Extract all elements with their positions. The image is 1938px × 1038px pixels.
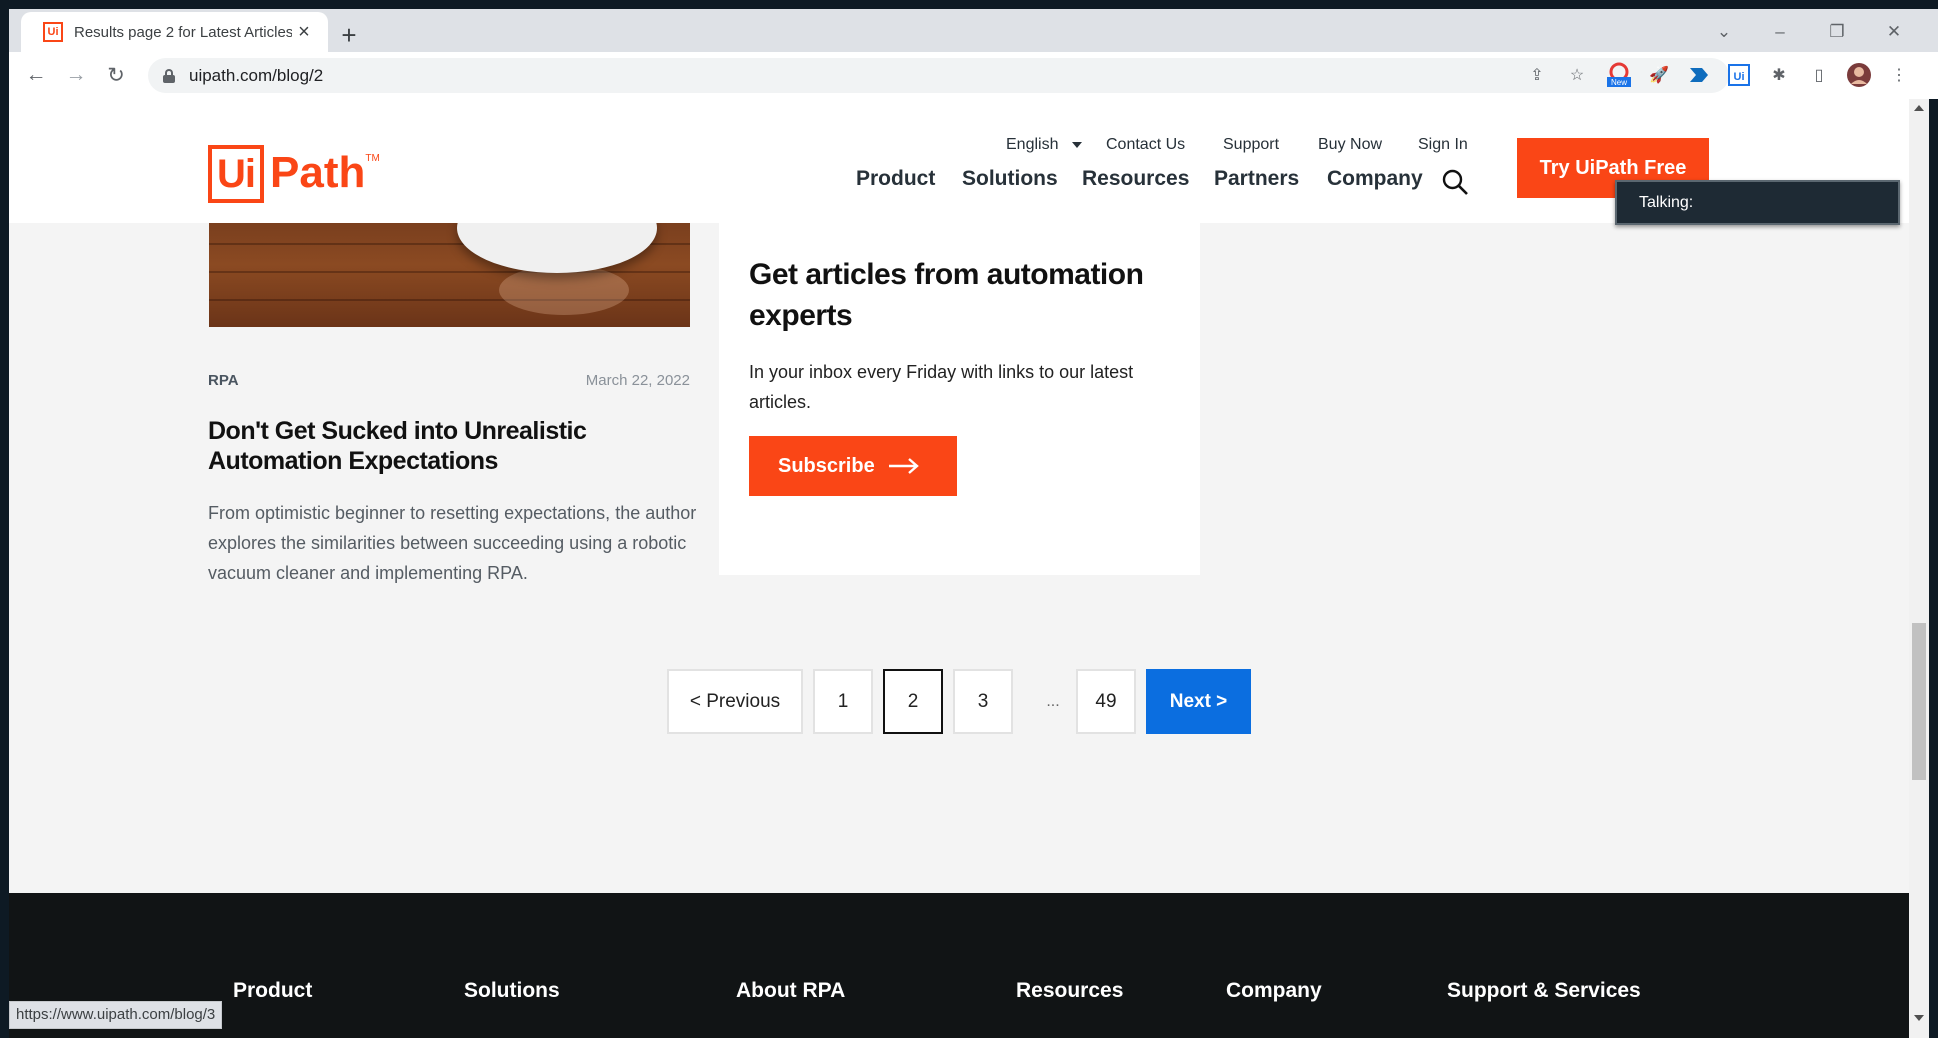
arrow-right-icon xyxy=(888,458,919,474)
nav-company[interactable]: Company xyxy=(1327,167,1423,191)
next-page-button[interactable]: Next > xyxy=(1146,669,1251,734)
page-3-button[interactable]: 3 xyxy=(953,669,1013,734)
nav-partners[interactable]: Partners xyxy=(1214,167,1299,191)
page-2-current[interactable]: 2 xyxy=(883,669,943,734)
page-49-button[interactable]: 49 xyxy=(1076,669,1136,734)
share-icon[interactable]: ⇪ xyxy=(1524,62,1550,88)
status-bar-url: https://www.uipath.com/blog/3 xyxy=(9,1001,223,1029)
sign-in-link[interactable]: Sign In xyxy=(1418,136,1468,154)
uipath-favicon-icon: Ui xyxy=(43,22,63,42)
extension-badge: New xyxy=(1611,78,1627,87)
subscribe-button-label: Subscribe xyxy=(778,454,875,477)
search-icon[interactable] xyxy=(1441,168,1469,196)
logo-mark: Ui xyxy=(208,145,264,203)
lock-icon xyxy=(163,68,175,83)
rocket-extension-icon[interactable]: 🚀 xyxy=(1646,62,1672,88)
subscribe-title: Get articles from automation experts xyxy=(749,258,1144,332)
logo-wordmark: Path xyxy=(270,148,366,197)
extensions-puzzle-icon[interactable]: ✱ xyxy=(1766,62,1792,88)
scroll-down-icon[interactable] xyxy=(1914,1015,1924,1021)
subscribe-button[interactable]: Subscribe xyxy=(749,436,957,496)
browser-toolbar: ← → ↻ uipath.com/blog/2 ⇪ ☆ New 🚀 Ui ✱ ▯… xyxy=(9,52,1938,99)
tab-title: Results page 2 for Latest Articles xyxy=(74,23,292,41)
footer-heading-solutions[interactable]: Solutions xyxy=(464,979,560,1003)
subscribe-text: In your inbox every Friday with links to… xyxy=(749,362,1134,412)
uipath-extension-icon[interactable]: Ui xyxy=(1726,62,1752,88)
new-tab-button[interactable]: + xyxy=(335,20,363,50)
back-icon[interactable]: ← xyxy=(21,60,51,90)
site-footer xyxy=(9,893,1909,1038)
restore-button[interactable]: ❐ xyxy=(1822,19,1852,45)
tab-strip: Ui Results page 2 for Latest Articles × … xyxy=(9,9,1938,52)
logo-trademark: TM xyxy=(365,153,380,164)
support-link[interactable]: Support xyxy=(1223,136,1279,154)
profile-avatar[interactable] xyxy=(1846,62,1872,88)
bookmark-star-icon[interactable]: ☆ xyxy=(1564,62,1590,88)
page-1-button[interactable]: 1 xyxy=(813,669,873,734)
robot-vacuum-graphic xyxy=(457,223,657,273)
extension-new-icon[interactable]: New xyxy=(1606,62,1632,88)
article-date: March 22, 2022 xyxy=(585,372,690,389)
footer-heading-resources[interactable]: Resources xyxy=(1016,979,1123,1003)
side-panel-icon[interactable]: ▯ xyxy=(1806,62,1832,88)
footer-heading-company[interactable]: Company xyxy=(1226,979,1322,1003)
tab-search-icon[interactable]: ⌄ xyxy=(1709,19,1739,45)
contact-us-link[interactable]: Contact Us xyxy=(1106,136,1185,154)
browser-menu-icon[interactable]: ⋮ xyxy=(1886,62,1912,88)
nav-solutions[interactable]: Solutions xyxy=(962,167,1058,191)
page-scrollbar[interactable] xyxy=(1909,99,1929,1038)
article-description: From optimistic beginner to resetting ex… xyxy=(208,503,697,583)
close-window-button[interactable]: ✕ xyxy=(1879,19,1909,45)
minimize-button[interactable]: – xyxy=(1765,19,1795,45)
forward-icon[interactable]: → xyxy=(61,60,91,90)
article-image[interactable] xyxy=(209,223,690,327)
talking-overlay: Talking: xyxy=(1615,180,1900,225)
svg-text:Ui: Ui xyxy=(1734,71,1745,83)
scrollbar-thumb[interactable] xyxy=(1912,623,1926,780)
address-bar[interactable]: uipath.com/blog/2 xyxy=(148,58,1729,93)
footer-heading-product[interactable]: Product xyxy=(233,979,312,1003)
url-text: uipath.com/blog/2 xyxy=(189,65,324,85)
previous-page-button[interactable]: < Previous xyxy=(667,669,803,734)
article-title[interactable]: Don't Get Sucked into Unrealistic Automa… xyxy=(208,416,628,476)
scroll-up-icon[interactable] xyxy=(1914,105,1924,111)
power-automate-icon[interactable] xyxy=(1686,62,1712,88)
article-category[interactable]: RPA xyxy=(208,372,239,389)
buy-now-link[interactable]: Buy Now xyxy=(1318,136,1382,154)
subscribe-card: Get articles from automation experts In … xyxy=(719,223,1200,575)
browser-tab[interactable]: Ui Results page 2 for Latest Articles × xyxy=(21,12,328,52)
close-tab-icon[interactable]: × xyxy=(292,20,316,44)
language-selector[interactable]: English xyxy=(1006,136,1058,154)
footer-heading-support-services[interactable]: Support & Services xyxy=(1447,979,1641,1003)
nav-resources[interactable]: Resources xyxy=(1082,167,1189,191)
footer-heading-about-rpa[interactable]: About RPA xyxy=(736,979,845,1003)
reload-icon[interactable]: ↻ xyxy=(101,60,131,90)
chevron-down-icon[interactable] xyxy=(1072,142,1082,148)
uipath-logo[interactable]: Ui Path TM xyxy=(208,145,380,203)
nav-product[interactable]: Product xyxy=(856,167,935,191)
page-viewport: RPA March 22, 2022 Don't Get Sucked into… xyxy=(9,99,1909,1038)
browser-chrome: Ui Results page 2 for Latest Articles × … xyxy=(9,9,1938,99)
pagination-ellipsis: ... xyxy=(1046,692,1060,710)
